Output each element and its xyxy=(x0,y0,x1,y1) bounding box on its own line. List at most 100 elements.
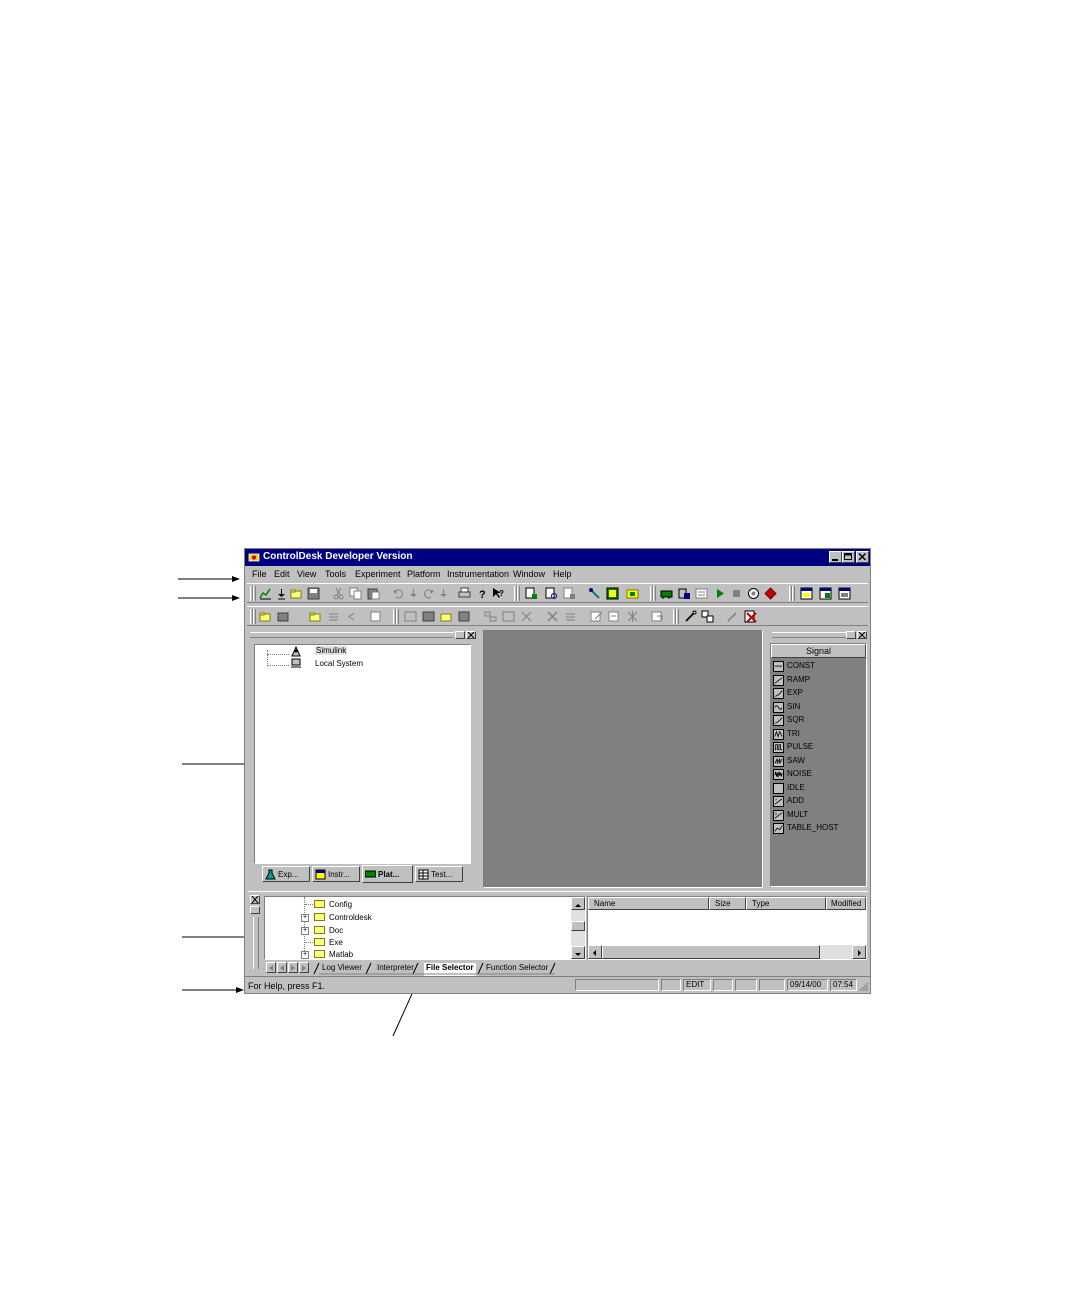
block-diagram-icon[interactable] xyxy=(701,610,714,623)
edit-icon[interactable] xyxy=(590,610,603,623)
menu-platform[interactable]: Platform xyxy=(407,569,441,579)
help-icon[interactable]: ? xyxy=(476,587,489,600)
start-icon[interactable] xyxy=(713,587,726,600)
signal-item-const[interactable]: CONST xyxy=(773,660,865,674)
navigator-close-button[interactable] xyxy=(466,631,476,639)
new-layout-icon[interactable] xyxy=(525,587,538,600)
connect-icon[interactable] xyxy=(588,587,601,600)
menu-edit[interactable]: Edit xyxy=(274,569,290,579)
variables-icon[interactable] xyxy=(695,587,708,600)
tab-instrumentation[interactable]: Instr... xyxy=(312,866,360,882)
menu-view[interactable]: View xyxy=(297,569,316,579)
signal-item-tri[interactable]: TRI xyxy=(773,728,865,742)
platform-manager-icon[interactable] xyxy=(606,587,619,600)
folder-row-config[interactable]: Config xyxy=(295,899,495,911)
signal-item-pulse[interactable]: PULSE xyxy=(773,741,865,755)
step-down-icon[interactable] xyxy=(407,587,420,600)
navigator-restore-button[interactable] xyxy=(455,631,465,639)
resize-grip-icon[interactable] xyxy=(858,981,869,992)
unload-icon[interactable] xyxy=(764,587,777,600)
size-icon[interactable] xyxy=(502,610,515,623)
expand-icon[interactable]: + xyxy=(301,914,309,922)
signal-header[interactable]: Signal xyxy=(771,644,866,658)
signal-item-mult[interactable]: x MULT xyxy=(773,809,865,823)
maximize-button[interactable] xyxy=(842,551,855,563)
step-down-icon[interactable] xyxy=(437,587,450,600)
cascade-window-icon[interactable] xyxy=(819,587,832,600)
pencil-icon[interactable] xyxy=(726,610,739,623)
expand-icon[interactable]: + xyxy=(301,927,309,935)
properties-icon[interactable] xyxy=(369,610,382,623)
find-icon[interactable] xyxy=(545,587,558,600)
navigator-panel-grip[interactable] xyxy=(250,632,454,638)
scroll-thumb[interactable] xyxy=(571,921,585,931)
tool-window-close-button[interactable] xyxy=(250,895,260,904)
signal-item-add[interactable]: + ADD xyxy=(773,795,865,809)
signal-item-noise[interactable]: NOISE xyxy=(773,768,865,782)
signal-item-ramp[interactable]: RAMP xyxy=(773,674,865,688)
arrange-window-icon[interactable] xyxy=(838,587,851,600)
board-icon[interactable] xyxy=(660,587,673,600)
signal-item-saw[interactable]: SAW xyxy=(773,755,865,769)
expand-icon[interactable]: + xyxy=(301,951,309,959)
tab-platform[interactable]: Plat... xyxy=(362,865,413,883)
menu-file[interactable]: File xyxy=(252,569,267,579)
menu-window[interactable]: Window xyxy=(513,569,545,579)
tab-experiment[interactable]: Exp... xyxy=(262,866,310,882)
paste-icon[interactable] xyxy=(367,587,380,600)
align-icon[interactable] xyxy=(484,610,497,623)
tree-item-local-system[interactable]: Local System xyxy=(315,659,363,668)
wand-icon[interactable] xyxy=(684,610,697,623)
undo-icon[interactable] xyxy=(392,587,405,600)
instrument-panel-icon[interactable] xyxy=(404,610,417,623)
list-icon[interactable] xyxy=(327,610,340,623)
open-layout-icon[interactable] xyxy=(440,610,453,623)
context-help-icon[interactable]: ? xyxy=(492,587,505,600)
redo-icon[interactable] xyxy=(422,587,435,600)
copy-icon[interactable] xyxy=(349,587,362,600)
layout-settings-icon[interactable] xyxy=(563,587,576,600)
print-icon[interactable] xyxy=(458,587,471,600)
signal-item-sqr[interactable]: SQR xyxy=(773,714,865,728)
open-file-icon[interactable] xyxy=(309,610,322,623)
signal-item-exp[interactable]: EXP xyxy=(773,687,865,701)
export-icon[interactable] xyxy=(651,610,664,623)
new-experiment-icon[interactable] xyxy=(259,587,272,600)
tool-window-restore-button[interactable] xyxy=(250,906,260,914)
tab-scroll-last[interactable] xyxy=(299,962,309,973)
tree-scrollbar[interactable] xyxy=(571,897,585,959)
menu-tools[interactable]: Tools xyxy=(325,569,346,579)
scroll-thumb[interactable] xyxy=(602,945,820,959)
folder-row-matlab[interactable]: + Matlab xyxy=(295,949,495,960)
menu-instrumentation[interactable]: Instrumentation xyxy=(447,569,509,579)
distribute-icon[interactable] xyxy=(520,610,533,623)
file-list-scrollbar[interactable] xyxy=(588,945,866,959)
column-header-size[interactable]: Size xyxy=(709,897,746,910)
reload-icon[interactable] xyxy=(747,587,760,600)
back-icon[interactable] xyxy=(345,610,358,623)
grid-icon[interactable] xyxy=(626,610,639,623)
folder-row-doc[interactable]: + Doc xyxy=(295,925,495,937)
signal-item-table-host[interactable]: TABLE_HOST xyxy=(773,822,865,836)
signal-restore-button[interactable] xyxy=(846,631,856,639)
menu-help[interactable]: Help xyxy=(553,569,572,579)
cut-icon[interactable] xyxy=(332,587,345,600)
open-experiment-icon[interactable] xyxy=(259,610,272,623)
save-experiment-icon[interactable] xyxy=(277,610,290,623)
folder-row-exe[interactable]: Exe xyxy=(295,937,495,949)
instrument-display-icon[interactable] xyxy=(422,610,435,623)
scroll-down-button[interactable] xyxy=(571,946,585,959)
tile-window-icon[interactable] xyxy=(800,587,813,600)
menu-experiment[interactable]: Experiment xyxy=(355,569,401,579)
register-platform-icon[interactable] xyxy=(678,587,691,600)
scroll-up-button[interactable] xyxy=(571,897,585,910)
scroll-right-button[interactable] xyxy=(852,945,866,959)
tool-window-grip[interactable] xyxy=(253,917,259,969)
folder-row-controldesk[interactable]: + Controldesk xyxy=(295,912,495,924)
toolbar-grip[interactable] xyxy=(253,609,256,624)
delete-icon[interactable] xyxy=(546,610,559,623)
signal-item-sin[interactable]: SIN xyxy=(773,701,865,715)
signal-panel-grip[interactable] xyxy=(772,632,846,638)
save-layout-icon[interactable] xyxy=(458,610,471,623)
open-folder-icon[interactable] xyxy=(290,587,303,600)
